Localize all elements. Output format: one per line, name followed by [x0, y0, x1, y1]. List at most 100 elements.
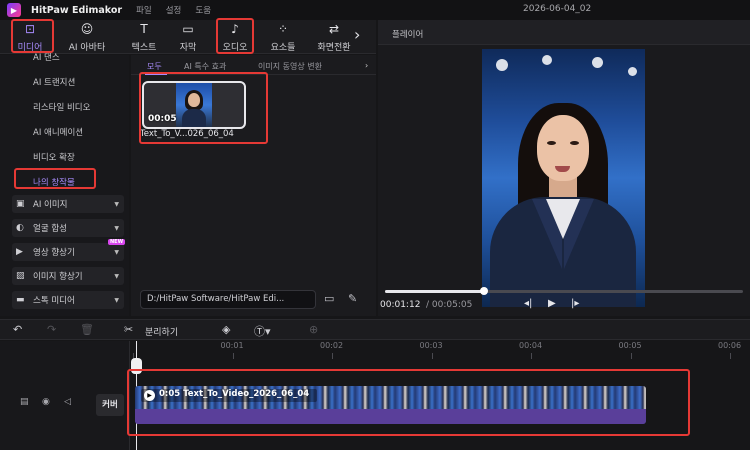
sidebar-item-my-creations[interactable]: 나의 창작물 [33, 176, 75, 188]
sidebar-group-ai-image[interactable]: ▣ AI 이미지 ▼ [12, 195, 124, 213]
ruler-tick-mark [332, 353, 333, 359]
split-button[interactable]: 분리하기 [145, 325, 178, 338]
next-frame-icon[interactable]: |▸ [571, 298, 579, 309]
sidebar-group-face-swap[interactable]: ◐ 얼굴 합성 ▼ [12, 219, 124, 237]
video-preview[interactable] [482, 49, 645, 307]
track-header: ▤ ◉ ◁ 커버 [0, 341, 130, 450]
tab-audio[interactable]: ♪ 오디오 [216, 23, 254, 54]
sidebar-group-label: 이미지 향상기 [33, 272, 83, 282]
caret-down-icon: ▼ [114, 272, 119, 280]
tab-ai-avatar[interactable]: ☺ AI 아바타 [60, 22, 114, 54]
caret-down-icon: ▼ [114, 248, 119, 256]
sidebar-group-label: 영상 향상기 [33, 248, 75, 258]
media-item-thumbnail[interactable]: 00:05 [142, 81, 246, 129]
sidebar-item-ai-dance[interactable]: AI 댄스 [33, 51, 60, 63]
edit-pencil-icon[interactable]: ✎ [348, 292, 357, 305]
player-panel: 플레이어 00:01:12 / 00:05:05 ◂| ▶ |▸ [378, 20, 750, 316]
ai-image-icon: ▣ [16, 199, 25, 209]
app-logo-icon: ▶ [7, 3, 21, 17]
eye-icon[interactable]: ◉ [42, 397, 50, 407]
title-bar: ▶ HitPaw Edimakor 파일 설정 도움 2026-06-04_02 [0, 0, 750, 20]
active-tab-indicator [145, 73, 167, 75]
add-clip-icon[interactable]: ⊕ [309, 323, 318, 336]
sidebar-item-ai-transition[interactable]: AI 트랜지션 [33, 76, 75, 88]
chevron-right-icon[interactable]: › [365, 61, 368, 70]
tab-text[interactable]: T 텍스트 [125, 22, 163, 54]
total-time: / 00:05:05 [426, 300, 473, 310]
new-badge: NEW [108, 239, 126, 245]
document-title: 2026-06-04_02 [523, 4, 592, 14]
subtab-image-to-video[interactable]: 이미지 동영상 변환 [258, 61, 322, 72]
media-toolbar: ⊡ 미디어 ☺ AI 아바타 T 텍스트 ▭ 자막 ♪ 오디오 ⁘ 요소들 ⇄ … [0, 20, 376, 54]
tab-media[interactable]: ⊡ 미디어 [10, 22, 50, 54]
tab-subtitle[interactable]: ▭ 자막 [172, 23, 204, 54]
folder-icon[interactable]: ▭ [324, 292, 334, 305]
media-panel: 모두 AI 특수 효과 이미지 동영상 변환 › 00:05 Text_To_V… [131, 55, 376, 316]
menu-help[interactable]: 도움 [195, 4, 211, 16]
tab-transition[interactable]: ⇄ 화면전환 [312, 23, 356, 53]
save-path-field[interactable]: D:/HitPaw Software/HitPaw Edi... [140, 290, 316, 309]
playback-progress-bar[interactable] [385, 287, 743, 295]
sidebar-item-restyle-video[interactable]: 리스타일 비디오 [33, 101, 90, 113]
ruler-tick-label: 00:02 [320, 341, 344, 350]
caret-down-icon: ▼ [114, 296, 119, 304]
scissors-icon[interactable]: ✂ [124, 323, 133, 336]
ruler-tick-label: 00:03 [419, 341, 443, 350]
tab-text-label: 텍스트 [131, 43, 157, 53]
menu-file[interactable]: 파일 [136, 4, 152, 16]
delete-icon[interactable]: 🗑 [80, 323, 94, 336]
redo-icon[interactable]: ↷ [47, 323, 56, 336]
media-sidebar: AI 댄스 AI 트랜지션 리스타일 비디오 AI 애니메이션 비디오 확장 나… [0, 53, 129, 316]
video-thumbnail-image [176, 83, 212, 127]
player-title: 플레이어 [392, 30, 424, 40]
clip-audio-waveform [135, 409, 646, 424]
play-icon[interactable]: ▶ [548, 298, 556, 309]
sidebar-item-ai-animation[interactable]: AI 애니메이션 [33, 126, 83, 138]
undo-icon[interactable]: ↶ [13, 323, 22, 336]
subtab-ai-effects[interactable]: AI 특수 효과 [184, 61, 226, 72]
shield-icon[interactable]: ◈ [222, 323, 230, 336]
caret-down-icon: ▼ [114, 224, 119, 232]
avatar-icon: ☺ [80, 22, 94, 36]
previous-frame-icon[interactable]: ◂| [524, 298, 532, 309]
timeline-area: ▤ ◉ ◁ 커버 00:01 00:02 00:03 00:04 00:05 00:06 … [0, 341, 750, 450]
ruler-tick-label: 00:04 [519, 341, 543, 350]
media-icon: ⊡ [24, 22, 36, 36]
video-enhance-icon: ▶ [16, 247, 23, 257]
stock-media-icon: ▬ [16, 295, 25, 305]
image-enhance-icon: ▨ [16, 271, 25, 281]
sidebar-group-label: 스톡 미디어 [33, 296, 75, 306]
timeline-toolbar: ↶ ↷ 🗑 ✂ 분리하기 ◈ Ⓣ▾ ⊕ [0, 319, 750, 340]
speaker-icon[interactable]: ◁ [64, 397, 71, 407]
media-subtabs: 모두 AI 특수 효과 이미지 동영상 변환 › [131, 55, 376, 75]
tab-elements-label: 요소들 [270, 43, 296, 53]
sidebar-group-stock-media[interactable]: ▬ 스톡 미디어 ▼ [12, 291, 124, 309]
chevron-right-icon[interactable]: › [354, 25, 360, 44]
sidebar-item-video-expand[interactable]: 비디오 확장 [33, 151, 75, 163]
text-icon: T [140, 22, 148, 36]
face-swap-icon: ◐ [16, 223, 24, 233]
sidebar-group-image-enhancer[interactable]: ▨ 이미지 향상기 ▼ [12, 267, 124, 285]
subtab-all[interactable]: 모두 [147, 61, 162, 72]
ruler-tick-mark [630, 353, 632, 359]
text-tool-icon[interactable]: Ⓣ▾ [254, 323, 271, 339]
clip-label: 0:05 Text_To_Video_2026_06_04 [159, 389, 310, 399]
play-circle-icon: ▶ [144, 390, 155, 401]
ruler-tick-mark [730, 353, 731, 359]
media-item-name: Text_To_V...026_06_04 [140, 129, 234, 139]
transition-icon: ⇄ [328, 23, 340, 36]
sidebar-group-video-enhancer[interactable]: ▶ 영상 향상기 ▼ [12, 243, 124, 261]
cover-button[interactable]: 커버 [96, 394, 124, 416]
sidebar-group-label: AI 이미지 [33, 200, 68, 210]
tab-transition-label: 화면전환 [317, 43, 351, 53]
ruler-tick-mark [531, 353, 532, 359]
menu-settings[interactable]: 설정 [166, 4, 182, 16]
track-layout-icon[interactable]: ▤ [20, 397, 29, 407]
ruler-tick-label: 00:06 [718, 341, 742, 350]
tab-elements[interactable]: ⁘ 요소들 [264, 23, 302, 54]
app-name: HitPaw Edimakor [31, 4, 123, 16]
caret-down-icon: ▼ [114, 200, 119, 208]
ruler-tick-mark [431, 353, 433, 359]
video-clip[interactable]: ▶ 0:05 Text_To_Video_2026_06_04 [135, 386, 646, 424]
playhead-handle[interactable] [131, 358, 142, 374]
